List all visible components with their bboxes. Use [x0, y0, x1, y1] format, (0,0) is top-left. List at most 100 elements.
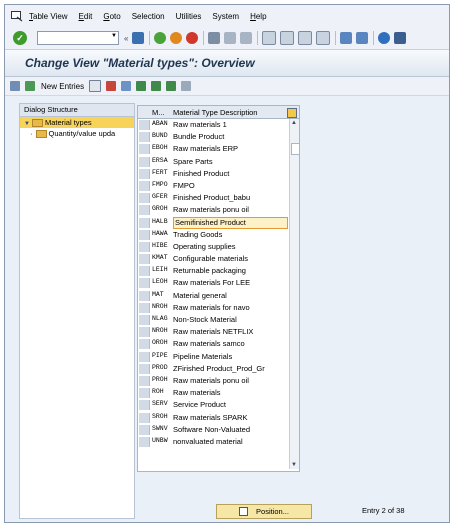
last-page-icon[interactable]	[316, 31, 331, 45]
material-type-description[interactable]: Raw materials For LEE	[173, 278, 250, 288]
material-type-description[interactable]: Trading Goods	[173, 230, 222, 240]
select-block-icon[interactable]	[151, 81, 162, 91]
row-selector[interactable]	[139, 144, 150, 155]
row-selector[interactable]	[139, 193, 150, 204]
tree-item-material-types[interactable]: ▼ Material types	[20, 117, 134, 128]
menu-selection[interactable]: Selection	[132, 12, 165, 21]
table-row[interactable]: NROH Raw materials for navo	[138, 302, 288, 314]
material-type-description[interactable]: Configurable materials	[173, 254, 248, 264]
row-selector[interactable]	[139, 229, 150, 240]
chevron-down-icon[interactable]: ▼	[111, 33, 117, 39]
shortcut-icon[interactable]	[356, 32, 369, 44]
row-selector[interactable]	[139, 241, 150, 252]
material-type-description[interactable]: nonvaluated material	[173, 437, 243, 447]
menu-system[interactable]: System	[212, 12, 239, 21]
row-selector[interactable]	[139, 254, 150, 265]
material-type-description[interactable]: Raw materials for navo	[173, 303, 250, 313]
row-selector[interactable]	[139, 424, 150, 435]
row-selector[interactable]	[139, 132, 150, 143]
deselect-all-icon[interactable]	[166, 81, 177, 91]
select-all-icon[interactable]	[136, 81, 147, 91]
material-type-description[interactable]: Bundle Product	[173, 132, 224, 142]
row-selector[interactable]	[139, 290, 150, 301]
table-row[interactable]: UNBW nonvaluated material	[138, 436, 288, 448]
delete-icon[interactable]	[106, 81, 117, 91]
table-row[interactable]: PIPE Pipeline Materials	[138, 351, 288, 363]
table-row[interactable]: FMPO FMPO	[138, 180, 288, 192]
table-row[interactable]: SROH Raw materials SPARK	[138, 412, 288, 424]
next-page-icon[interactable]	[298, 31, 313, 45]
material-type-description[interactable]: Pipeline Materials	[173, 352, 232, 362]
menu-goto[interactable]: Goto	[103, 12, 120, 21]
row-selector[interactable]	[139, 351, 150, 362]
material-type-description[interactable]: ZFirished Product_Prod_Gr	[173, 364, 265, 374]
table-row[interactable]: KMAT Configurable materials	[138, 253, 288, 265]
material-type-description[interactable]: Service Product	[173, 400, 226, 410]
command-field[interactable]: ▼	[37, 31, 119, 45]
row-selector[interactable]	[139, 412, 150, 423]
material-type-description[interactable]: FMPO	[173, 181, 195, 191]
table-row[interactable]: BUND Bundle Product	[138, 131, 288, 143]
layout-menu-icon[interactable]	[394, 32, 407, 44]
table-row[interactable]: GROH Raw materials ponu oil	[138, 204, 288, 216]
material-type-description[interactable]: Raw materials	[173, 388, 221, 398]
help-icon[interactable]	[378, 32, 391, 44]
material-type-description[interactable]: Raw materials NETFLIX	[173, 327, 253, 337]
table-row[interactable]: PROD ZFirished Product_Prod_Gr	[138, 363, 288, 375]
row-selector[interactable]	[139, 168, 150, 179]
new-entries-button[interactable]: New Entries	[41, 82, 84, 91]
table-row[interactable]: ROH Raw materials	[138, 387, 288, 399]
row-selector[interactable]	[139, 180, 150, 191]
new-session-icon[interactable]	[340, 32, 353, 44]
table-row[interactable]: MAT Material general	[138, 290, 288, 302]
row-selector[interactable]	[139, 278, 150, 289]
cancel-icon[interactable]	[186, 32, 199, 44]
menu-edit[interactable]: Edit	[79, 12, 93, 21]
material-type-description[interactable]: Raw materials ponu oil	[173, 376, 249, 386]
column-header-description[interactable]: Material Type Description	[173, 108, 257, 117]
table-row[interactable]: NLAG Non-Stock Material	[138, 314, 288, 326]
row-selector[interactable]	[139, 400, 150, 411]
save-icon[interactable]	[132, 32, 145, 44]
scroll-up-icon[interactable]: ▲	[291, 120, 297, 126]
vertical-scrollbar[interactable]: ▲ ▼	[289, 119, 300, 469]
material-type-description[interactable]: Finished Product	[173, 169, 229, 179]
material-type-description[interactable]: Raw materials ponu oil	[173, 205, 249, 215]
table-row[interactable]: OROH Raw materials samco	[138, 338, 288, 350]
table-row[interactable]: ABAN Raw materials 1	[138, 119, 288, 131]
scroll-down-icon[interactable]: ▼	[291, 462, 297, 468]
scroll-thumb[interactable]	[291, 143, 300, 155]
row-selector[interactable]	[139, 302, 150, 313]
menu-table-view[interactable]: Table View	[29, 12, 68, 21]
row-selector[interactable]	[139, 120, 150, 130]
table-row[interactable]: HALB Semifinished Product	[138, 216, 288, 229]
display-change-icon[interactable]	[10, 81, 20, 91]
material-type-description[interactable]: Raw materials samco	[173, 339, 245, 349]
tree-item-quantity-value-update[interactable]: · Quantity/value upda	[20, 128, 134, 139]
row-selector[interactable]	[139, 266, 150, 277]
position-button[interactable]: Position...	[216, 504, 312, 519]
other-view-icon[interactable]	[25, 81, 35, 91]
table-row[interactable]: EBOH Raw materials ERP	[138, 143, 288, 155]
row-selector[interactable]	[139, 436, 150, 447]
material-type-description[interactable]: Semifinished Product	[173, 216, 288, 229]
previous-page-icon[interactable]	[280, 31, 295, 45]
table-row[interactable]: HAWA Trading Goods	[138, 229, 288, 241]
find-icon[interactable]	[224, 32, 237, 44]
material-type-description[interactable]: Software Non-Valuated	[173, 425, 250, 435]
material-type-description[interactable]: Spare Parts	[173, 157, 213, 167]
menu-utilities[interactable]: Utilities	[176, 12, 202, 21]
material-type-description[interactable]: Raw materials ERP	[173, 144, 238, 154]
table-row[interactable]: NROH Raw materials NETFLIX	[138, 326, 288, 338]
collapse-icon[interactable]: «	[124, 34, 128, 43]
material-type-description[interactable]: Operating supplies	[173, 242, 236, 252]
print-icon[interactable]	[208, 32, 221, 44]
back-icon[interactable]	[154, 32, 167, 44]
print-field-list-icon[interactable]	[181, 81, 192, 91]
find-next-icon[interactable]	[240, 32, 253, 44]
table-row[interactable]: HIBE Operating supplies	[138, 241, 288, 253]
table-row[interactable]: SWNV Software Non-Valuated	[138, 424, 288, 436]
material-type-description[interactable]: Returnable packaging	[173, 266, 246, 276]
table-row[interactable]: LEIH Returnable packaging	[138, 265, 288, 277]
exit-icon[interactable]	[170, 32, 183, 44]
